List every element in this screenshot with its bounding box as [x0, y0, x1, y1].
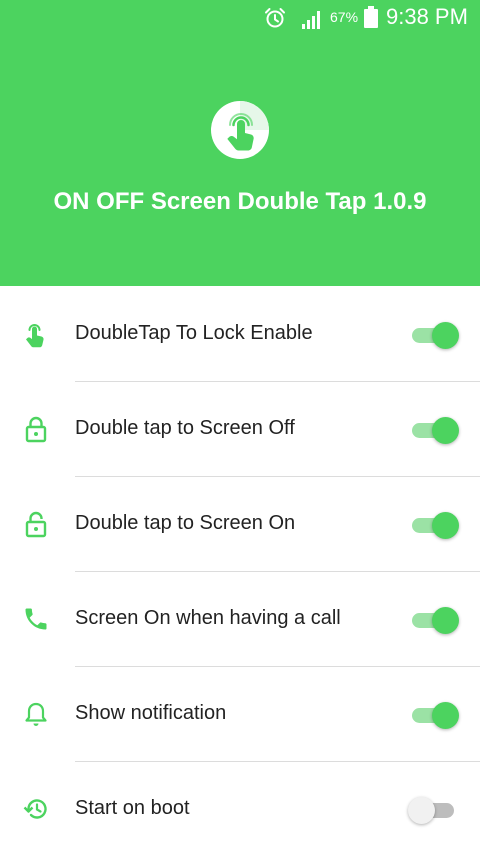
signal-icon — [302, 11, 320, 29]
settings-list: DoubleTap To Lock Enable Double tap to S… — [0, 287, 480, 854]
screen-off-toggle[interactable] — [410, 416, 460, 444]
setting-label: Screen On when having a call — [75, 607, 341, 629]
screen-on-toggle[interactable] — [410, 511, 460, 539]
restore-icon — [23, 799, 47, 819]
setting-label: DoubleTap To Lock Enable — [75, 322, 313, 344]
bell-icon — [25, 702, 47, 726]
phone-icon — [25, 608, 47, 630]
setting-start-on-boot[interactable]: Start on boot — [0, 762, 480, 854]
app-title: ON OFF Screen Double Tap 1.0.9 — [53, 188, 427, 215]
setting-label: Show notification — [75, 702, 227, 724]
clock: 9:38 PM — [386, 4, 468, 29]
setting-call-screen-on[interactable]: Screen On when having a call — [0, 572, 480, 667]
battery-percent: 67% — [330, 9, 359, 25]
double-tap-hand-icon — [211, 101, 269, 159]
start-on-boot-toggle[interactable] — [408, 796, 460, 824]
battery-icon — [364, 6, 378, 28]
setting-label: Double tap to Screen Off — [75, 417, 295, 439]
unlock-icon — [25, 511, 47, 538]
status-bar: 67% 9:38 PM — [0, 0, 480, 36]
setting-screen-off[interactable]: Double tap to Screen Off — [0, 382, 480, 477]
setting-screen-on[interactable]: Double tap to Screen On — [0, 477, 480, 572]
show-notification-toggle[interactable] — [410, 701, 460, 729]
setting-show-notification[interactable]: Show notification — [0, 667, 480, 762]
setting-label: Start on boot — [75, 797, 190, 819]
setting-label: Double tap to Screen On — [75, 512, 296, 534]
app-header: 67% 9:38 PM ON OFF Screen Double Tap 1.0… — [0, 0, 480, 286]
doubletap-lock-toggle[interactable] — [410, 321, 460, 349]
lock-icon — [25, 416, 47, 443]
setting-doubletap-lock[interactable]: DoubleTap To Lock Enable — [0, 287, 480, 382]
tap-hand-icon — [26, 324, 44, 348]
call-screen-on-toggle[interactable] — [410, 606, 460, 634]
alarm-icon — [265, 8, 285, 28]
